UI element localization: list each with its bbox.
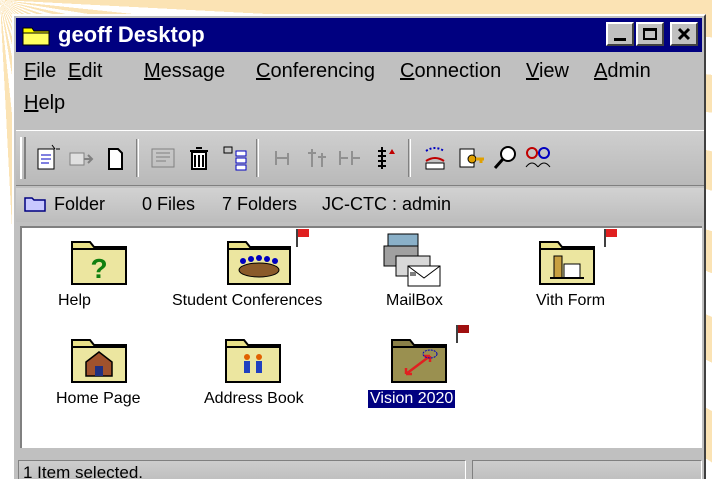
home-folder-icon	[71, 339, 127, 383]
item-label: Help	[58, 292, 91, 309]
desktop-item-student-conferences[interactable]: Student Conferences	[172, 229, 372, 322]
menu-file[interactable]: File	[24, 58, 56, 84]
flag-icon	[296, 229, 309, 247]
desktop-item-vith-form[interactable]: Vith Form	[514, 229, 634, 322]
form-folder-icon	[539, 241, 595, 285]
desktop-item-vision-2020[interactable]: Vision 2020	[360, 325, 480, 416]
address-book-folder-icon	[225, 339, 281, 383]
menu-help[interactable]: Help	[24, 90, 65, 116]
folder-count: 7 Folders	[222, 194, 298, 214]
toolbar	[16, 130, 704, 186]
svg-text:?: ?	[90, 253, 107, 284]
vision-folder-icon	[391, 339, 447, 383]
menu-message[interactable]: Message	[144, 58, 225, 84]
menu-view[interactable]: View	[526, 58, 569, 84]
trash-icon[interactable]	[184, 143, 214, 173]
file-count: 0 Files	[142, 194, 196, 214]
folder-info-bar: Folder 0 Files 7 Folders JC-CTC : admin	[16, 188, 704, 222]
item-label-selected: Vision 2020	[368, 390, 456, 408]
forward-icon[interactable]	[66, 143, 96, 173]
close-button[interactable]	[670, 22, 698, 46]
toolbar-grip[interactable]	[20, 137, 26, 179]
search-icon[interactable]	[490, 143, 520, 173]
item-label: Address Book	[204, 390, 304, 407]
minimize-button[interactable]	[606, 22, 634, 46]
folder-icon	[24, 197, 46, 212]
folder-icon	[22, 27, 50, 46]
status-bar: 1 Item selected.	[16, 456, 704, 479]
desktop-item-help[interactable]: ? Help	[58, 232, 154, 322]
server-user-label: JC-CTC : admin	[322, 194, 452, 214]
folder-type-label: Folder	[54, 194, 106, 214]
status-panel-right	[472, 460, 702, 479]
new-document-icon[interactable]	[32, 143, 62, 173]
desktop-item-address-book[interactable]: Address Book	[192, 326, 312, 416]
item-label: Vith Form	[536, 292, 606, 309]
item-label: MailBox	[386, 292, 443, 309]
item-label: Home Page	[56, 390, 141, 407]
toolbar-separator	[408, 139, 411, 177]
folder-content-area[interactable]: ? Help Student Conferences MailBox Vith …	[20, 226, 702, 448]
key-icon[interactable]	[456, 143, 486, 173]
minimize-icon	[614, 37, 626, 41]
paste-icon[interactable]	[334, 143, 364, 173]
properties-icon[interactable]	[148, 143, 178, 173]
item-label: Student Conferences	[172, 292, 323, 309]
maximize-icon	[643, 28, 657, 40]
window-title: geoff Desktop	[58, 22, 205, 47]
menu-bar: File Edit Message Conferencing Connectio…	[18, 58, 702, 122]
connect-icon[interactable]	[420, 143, 450, 173]
desktop-item-home-page[interactable]: Home Page	[46, 326, 166, 416]
menu-conferencing[interactable]: Conferencing	[256, 58, 375, 84]
toolbar-separator	[136, 139, 139, 177]
help-folder-icon: ?	[71, 241, 127, 285]
sort-icon[interactable]	[370, 143, 400, 173]
people-icon[interactable]	[522, 143, 552, 173]
maximize-button[interactable]	[636, 22, 664, 46]
flag-icon	[604, 229, 617, 247]
toolbar-separator	[256, 139, 259, 177]
menu-connection[interactable]: Connection	[400, 58, 501, 84]
blank-page-icon[interactable]	[100, 143, 130, 173]
desktop-window: geoff Desktop File Edit Message Conferen…	[12, 14, 706, 479]
conference-folder-icon	[227, 241, 291, 285]
mailbox-icon	[383, 233, 441, 287]
copy-icon[interactable]	[302, 143, 332, 173]
title-bar[interactable]: geoff Desktop	[16, 18, 702, 52]
cut-icon[interactable]	[268, 143, 298, 173]
flag-icon	[456, 325, 469, 343]
menu-admin[interactable]: Admin	[594, 58, 651, 84]
close-icon	[677, 27, 691, 41]
status-text: 1 Item selected.	[18, 460, 466, 479]
list-view-icon[interactable]	[220, 143, 250, 173]
menu-edit[interactable]: Edit	[68, 58, 102, 84]
desktop-item-mailbox[interactable]: MailBox	[378, 232, 474, 322]
